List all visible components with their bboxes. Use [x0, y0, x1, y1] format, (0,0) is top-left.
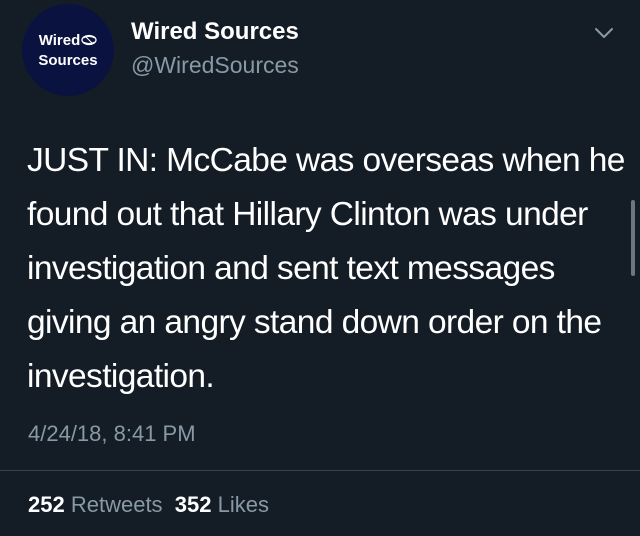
avatar[interactable]: Wired Sources [22, 4, 114, 96]
display-name[interactable]: Wired Sources [131, 18, 299, 46]
globe-icon [81, 32, 97, 51]
retweets-label: Retweets [70, 492, 163, 517]
retweets-stat[interactable]: 252 Retweets [28, 492, 163, 517]
avatar-logo-line2: Sources [38, 51, 98, 69]
chevron-down-icon[interactable] [594, 26, 614, 40]
divider [0, 470, 640, 471]
retweets-count: 252 [28, 492, 65, 517]
avatar-logo-line1: Wired [39, 31, 98, 51]
tweet-timestamp[interactable]: 4/24/18, 8:41 PM [28, 421, 196, 447]
tweet-stats: 252 Retweets 352 Likes [28, 492, 269, 518]
likes-label: Likes [217, 492, 269, 517]
user-handle[interactable]: @WiredSources [131, 52, 299, 79]
likes-count: 352 [174, 492, 212, 517]
scrollbar-thumb[interactable] [631, 200, 635, 276]
tweet-text: JUST IN: McCabe was overseas when he fou… [27, 142, 625, 395]
likes-stat[interactable]: 352 Likes [175, 492, 269, 517]
